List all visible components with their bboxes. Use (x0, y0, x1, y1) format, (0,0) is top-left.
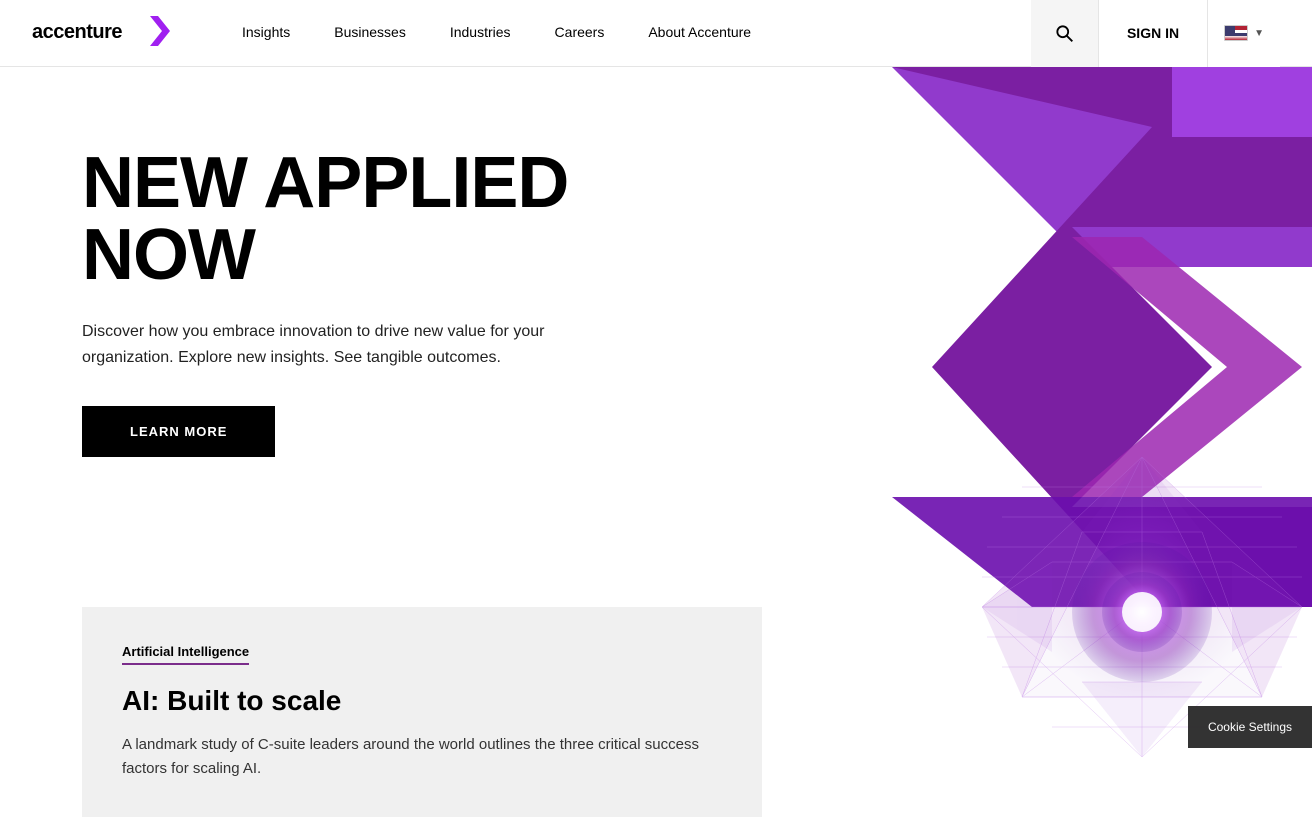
logo[interactable]: accenture (32, 14, 172, 53)
search-icon (1054, 23, 1074, 43)
nav-item-businesses[interactable]: Businesses (312, 0, 428, 67)
nav-item-careers[interactable]: Careers (533, 0, 627, 67)
hero-title: NEW APPLIED NOW (82, 147, 680, 291)
nav-links: Insights Businesses Industries Careers A… (220, 0, 1031, 67)
card-title: AI: Built to scale (122, 685, 722, 717)
hero-content: NEW APPLIED NOW Discover how you embrace… (0, 67, 680, 517)
learn-more-button[interactable]: LEARN MORE (82, 406, 275, 457)
hero-description: Discover how you embrace innovation to d… (82, 319, 562, 370)
nav-right: SIGN IN ▼ (1031, 0, 1280, 67)
nav-item-insights[interactable]: Insights (220, 0, 312, 67)
chevron-down-icon: ▼ (1254, 28, 1264, 39)
card-tag: Artificial Intelligence (122, 644, 249, 665)
flag-icon (1224, 25, 1248, 41)
logo-svg: accenture (32, 14, 172, 48)
lower-section: Artificial Intelligence AI: Built to sca… (0, 607, 1312, 827)
nav-item-about[interactable]: About Accenture (626, 0, 773, 67)
ai-card: Artificial Intelligence AI: Built to sca… (82, 607, 762, 817)
signin-button[interactable]: SIGN IN (1098, 0, 1208, 67)
card-description: A landmark study of C-suite leaders arou… (122, 733, 722, 781)
nav-item-industries[interactable]: Industries (428, 0, 533, 67)
search-button[interactable] (1031, 0, 1098, 67)
cookie-settings-button[interactable]: Cookie Settings (1188, 706, 1312, 748)
language-selector[interactable]: ▼ (1208, 0, 1280, 67)
navbar: accenture Insights Businesses Industries… (0, 0, 1312, 67)
logo-text: accenture (32, 14, 172, 53)
svg-text:accenture: accenture (32, 21, 122, 43)
